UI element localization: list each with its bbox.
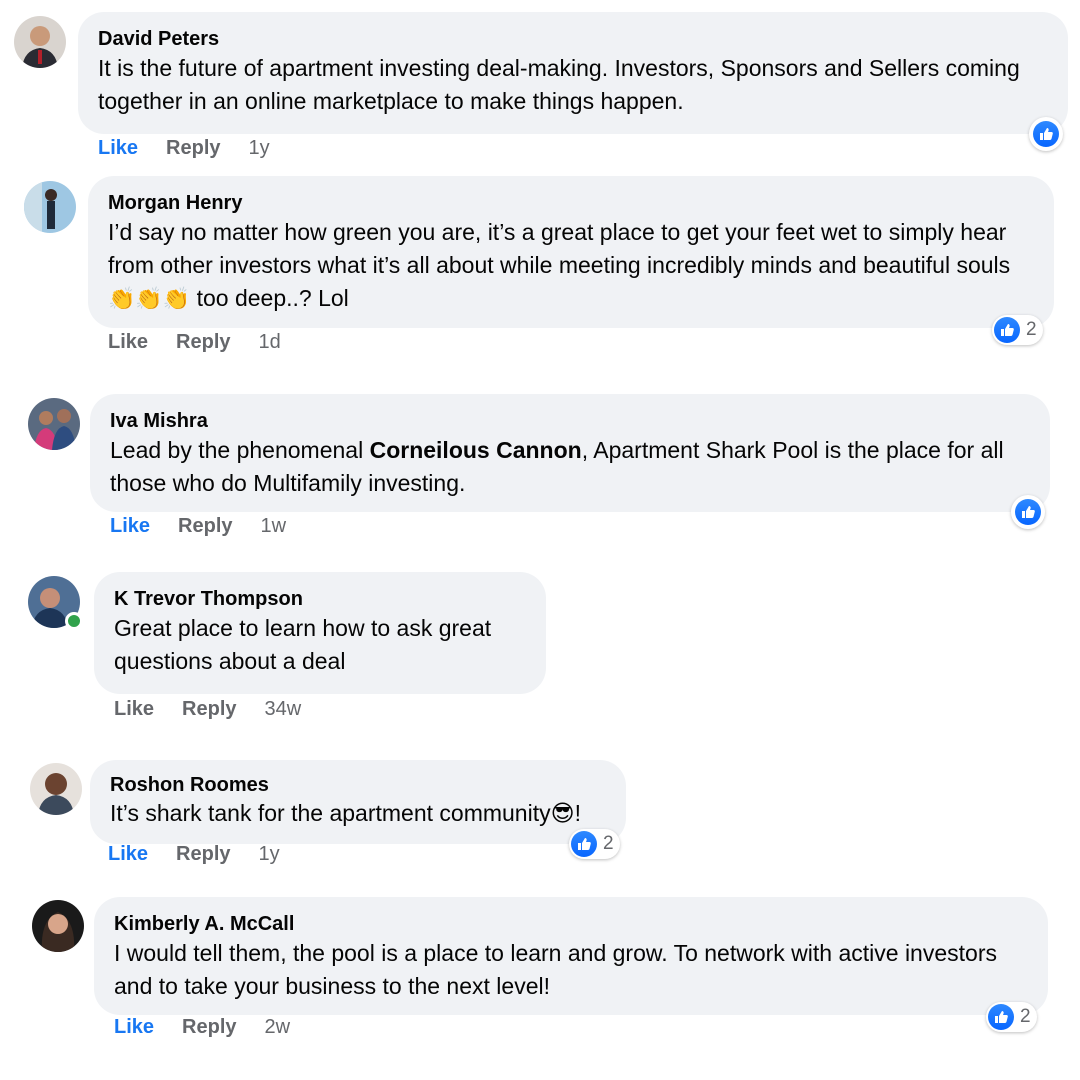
reaction-count: 2 — [1026, 319, 1037, 340]
timestamp[interactable]: 2w — [265, 1016, 291, 1039]
like-button[interactable]: Like — [108, 843, 148, 866]
online-status-icon — [65, 612, 83, 630]
comment-bubble: Kimberly A. McCall I would tell them, th… — [94, 897, 1048, 1015]
comment-author[interactable]: Roshon Roomes — [110, 772, 606, 798]
reply-button[interactable]: Reply — [176, 843, 230, 866]
reply-button[interactable]: Reply — [176, 331, 230, 354]
comment-bubble: Morgan Henry I’d say no matter how green… — [88, 176, 1054, 328]
comment-author[interactable]: David Peters — [98, 26, 1048, 52]
comment-bubble: Iva Mishra Lead by the phenomenal Cornei… — [90, 394, 1050, 512]
reply-button[interactable]: Reply — [166, 137, 220, 160]
comment-author[interactable]: Iva Mishra — [110, 408, 1030, 434]
reply-button[interactable]: Reply — [182, 1016, 236, 1039]
like-button[interactable]: Like — [98, 137, 138, 160]
comment-author[interactable]: Kimberly A. McCall — [114, 911, 1028, 937]
comment-actions: Like Reply 34w — [114, 698, 301, 721]
reaction-summary[interactable]: 2 — [569, 829, 620, 859]
like-thumb-icon — [1033, 121, 1059, 147]
comments-feed: David Peters It is the future of apartme… — [0, 0, 1080, 1080]
comment-actions: Like Reply 1d — [108, 331, 281, 354]
timestamp[interactable]: 1d — [259, 331, 281, 354]
avatar[interactable] — [24, 181, 76, 233]
reply-button[interactable]: Reply — [178, 515, 232, 538]
avatar[interactable] — [14, 16, 66, 68]
timestamp[interactable]: 34w — [265, 698, 302, 721]
timestamp[interactable]: 1y — [249, 137, 270, 160]
comment-text: Lead by the phenomenal Corneilous Cannon… — [110, 437, 1004, 496]
comment-bubble: K Trevor Thompson Great place to learn h… — [94, 572, 546, 694]
comment-bubble: Roshon Roomes It’s shark tank for the ap… — [90, 760, 626, 844]
avatar[interactable] — [32, 900, 84, 952]
like-button[interactable]: Like — [114, 698, 154, 721]
comment-text: It is the future of apartment investing … — [98, 55, 1020, 114]
like-thumb-icon — [994, 317, 1020, 343]
comment-text: I would tell them, the pool is a place t… — [114, 940, 997, 999]
comment-author[interactable]: Morgan Henry — [108, 190, 1034, 216]
reply-button[interactable]: Reply — [182, 698, 236, 721]
comment-text: I’d say no matter how green you are, it’… — [108, 219, 1011, 311]
comment-text: It’s shark tank for the apartment commun… — [110, 800, 581, 826]
like-button[interactable]: Like — [108, 331, 148, 354]
timestamp[interactable]: 1y — [259, 843, 280, 866]
comment-bubble: David Peters It is the future of apartme… — [78, 12, 1068, 134]
reaction-summary[interactable] — [1011, 495, 1045, 529]
reaction-count: 2 — [603, 833, 614, 854]
like-button[interactable]: Like — [110, 515, 150, 538]
comment-actions: Like Reply 1w — [110, 515, 286, 538]
comment-actions: Like Reply 2w — [114, 1016, 290, 1039]
comment-actions: Like Reply 1y — [108, 843, 280, 866]
timestamp[interactable]: 1w — [261, 515, 287, 538]
like-thumb-icon — [571, 831, 597, 857]
reaction-summary[interactable]: 2 — [992, 315, 1043, 345]
like-thumb-icon — [988, 1004, 1014, 1030]
reaction-count: 2 — [1020, 1006, 1031, 1027]
comment-actions: Like Reply 1y — [98, 137, 270, 160]
reaction-summary[interactable]: 2 — [986, 1002, 1037, 1032]
avatar[interactable] — [30, 763, 82, 815]
comment-text: Great place to learn how to ask great qu… — [114, 615, 492, 674]
comment-author[interactable]: K Trevor Thompson — [114, 586, 526, 612]
sunglasses-emoji: 😎 — [550, 800, 575, 826]
mentioned-name[interactable]: Corneilous Cannon — [370, 437, 582, 463]
like-thumb-icon — [1015, 499, 1041, 525]
like-button[interactable]: Like — [114, 1016, 154, 1039]
avatar[interactable] — [28, 398, 80, 450]
reaction-summary[interactable] — [1029, 117, 1063, 151]
clapping-emoji: 👏👏👏 — [108, 286, 191, 311]
